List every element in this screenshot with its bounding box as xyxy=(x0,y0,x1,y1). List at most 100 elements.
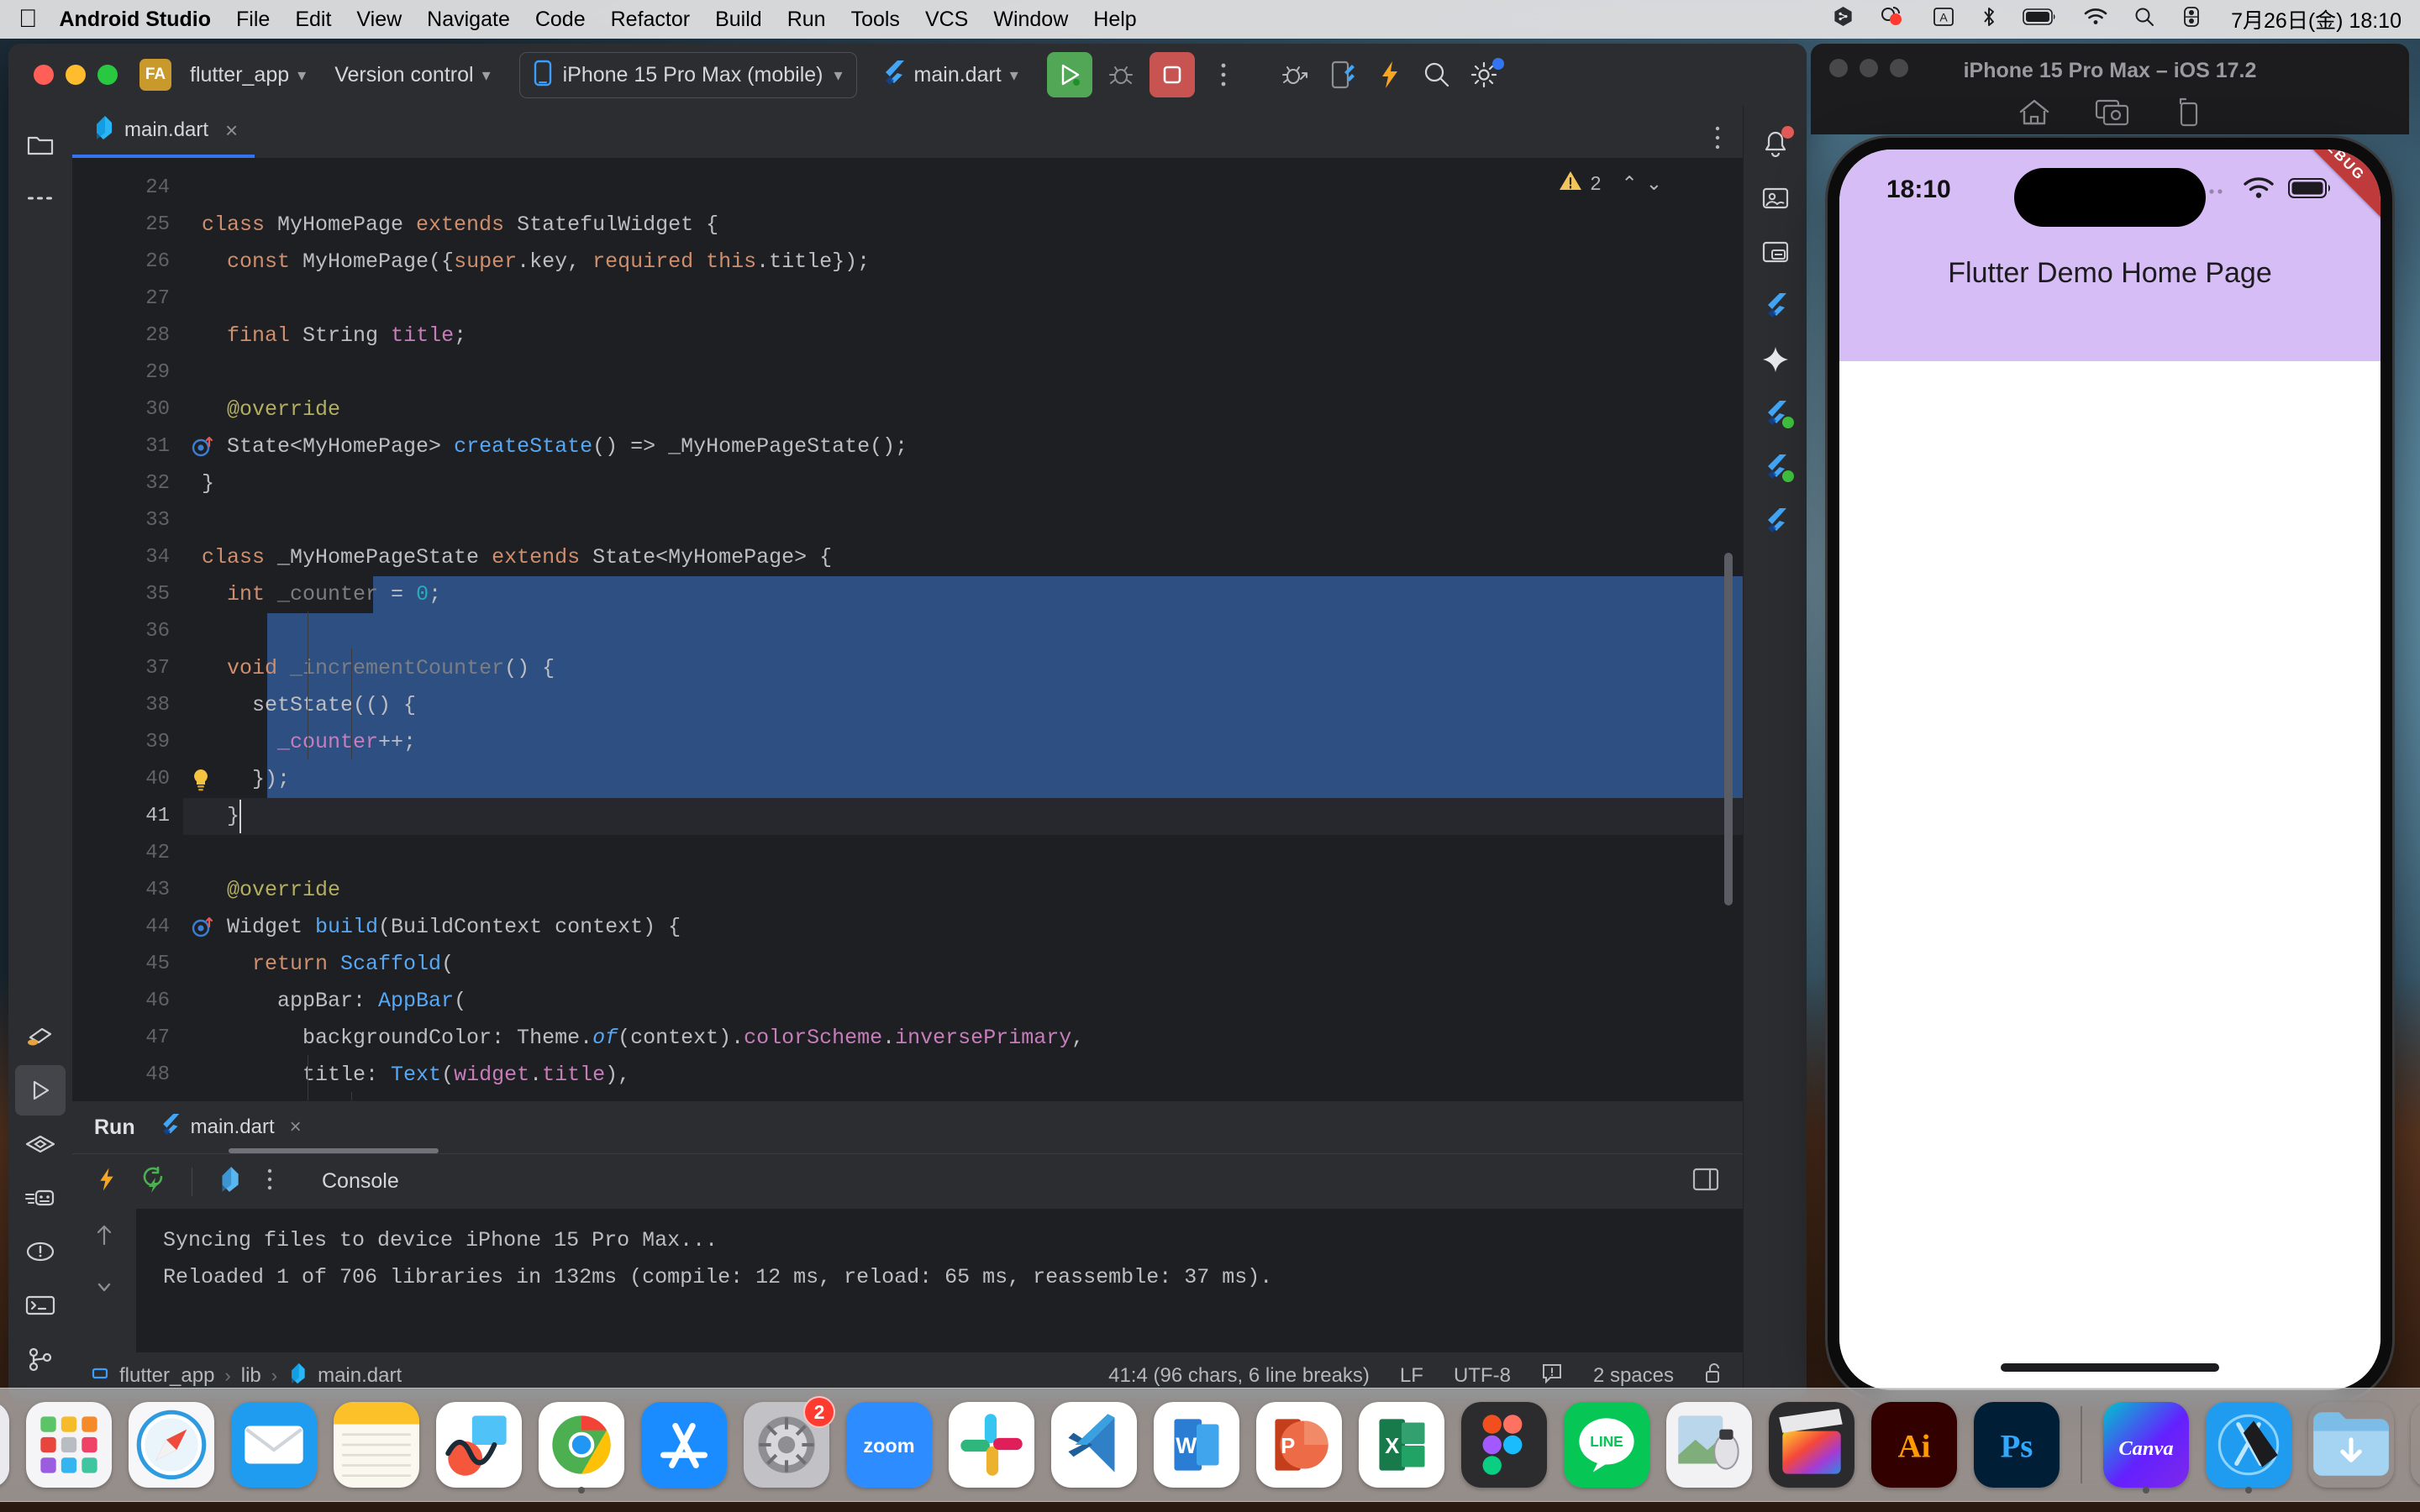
code-line[interactable]: return Scaffold( xyxy=(183,946,1743,983)
menu-item-tools[interactable]: Tools xyxy=(851,8,900,32)
running-devices-icon[interactable] xyxy=(1750,227,1801,277)
code-editor[interactable]: 24 25 26 27 28 29 30 31 32 33 34 35 36 37 38 39 40 41 42… xyxy=(72,158,1743,1100)
flutter-outline-icon[interactable] xyxy=(1750,281,1801,331)
build-icon[interactable] xyxy=(15,1011,66,1062)
minimize-window-button[interactable] xyxy=(66,65,86,85)
dock-item-chrome[interactable] xyxy=(534,1398,629,1492)
maximize-window-button[interactable] xyxy=(97,65,118,85)
editor-tab-main-dart[interactable]: main.dart × xyxy=(72,106,255,158)
dock-item-freeform[interactable] xyxy=(432,1398,526,1492)
scroll-up-icon[interactable] xyxy=(93,1222,115,1252)
read-only-lock-icon[interactable] xyxy=(1704,1362,1724,1391)
line-number[interactable]: 49 xyxy=(72,1094,183,1100)
line-number[interactable]: 34 xyxy=(72,539,183,576)
gemini-icon[interactable] xyxy=(1750,334,1801,385)
recording-icon[interactable] xyxy=(1880,5,1907,34)
dock-item-safari[interactable] xyxy=(124,1398,218,1492)
project-selector[interactable]: FA flutter_app ▾ xyxy=(139,59,306,91)
editor-tabs-more-icon[interactable] xyxy=(1714,123,1743,158)
line-number[interactable]: 39 xyxy=(72,724,183,761)
line-number[interactable]: 35 xyxy=(72,576,183,613)
indent-setting[interactable]: 2 spaces xyxy=(1593,1364,1674,1388)
code-line[interactable] xyxy=(183,613,1743,650)
menu-item-help[interactable]: Help xyxy=(1093,8,1136,32)
code-line[interactable] xyxy=(183,835,1743,872)
close-icon[interactable]: × xyxy=(225,118,238,144)
dock-item-illustrator[interactable]: Ai xyxy=(1867,1398,1961,1492)
code-line[interactable]: ), // AppBar xyxy=(183,1094,1743,1100)
wifi-icon[interactable] xyxy=(2083,7,2108,33)
menu-app-name[interactable]: Android Studio xyxy=(60,8,212,32)
logcat-icon[interactable] xyxy=(15,1173,66,1223)
line-number[interactable]: 25 xyxy=(72,207,183,244)
control-center-icon[interactable] xyxy=(2181,6,2202,34)
breadcrumb-file[interactable]: main.dart xyxy=(318,1364,402,1388)
project-icon[interactable] xyxy=(15,119,66,170)
layout-settings-icon[interactable] xyxy=(1692,1167,1719,1196)
dock-item-app-store[interactable] xyxy=(637,1398,731,1492)
line-separator[interactable]: LF xyxy=(1400,1364,1423,1388)
line-number[interactable]: 36 xyxy=(72,613,183,650)
code-text-area[interactable]: class MyHomePage extends StatefulWidget … xyxy=(183,158,1743,1100)
dock-item-mail[interactable] xyxy=(227,1398,321,1492)
dock-item-finder[interactable] xyxy=(0,1398,13,1492)
dock-item-preview[interactable] xyxy=(1662,1398,1756,1492)
problems-icon[interactable] xyxy=(15,1226,66,1277)
apple-icon[interactable]:  xyxy=(18,7,38,32)
line-number[interactable]: 29 xyxy=(72,354,183,391)
inspection-widget[interactable]: 2 ⌃ ⌄ xyxy=(1559,170,1662,197)
rotate-icon[interactable] xyxy=(2174,97,2202,133)
line-number[interactable]: 44 xyxy=(72,909,183,946)
flutter-inspector-icon[interactable] xyxy=(1750,388,1801,438)
debug-button[interactable] xyxy=(1097,51,1144,98)
dock-item-notes[interactable] xyxy=(329,1398,424,1492)
home-icon[interactable] xyxy=(2018,97,2051,133)
line-number[interactable]: 32 xyxy=(72,465,183,502)
screenshot-icon[interactable] xyxy=(2095,97,2130,133)
dock-item-vs-code[interactable] xyxy=(1047,1398,1141,1492)
attach-debugger-icon[interactable] xyxy=(1272,51,1319,98)
run-session-tab[interactable]: main.dart × xyxy=(159,1112,302,1143)
code-line[interactable]: }); xyxy=(183,761,1743,798)
menu-item-file[interactable]: File xyxy=(236,8,270,32)
more-options-icon[interactable] xyxy=(1200,51,1247,98)
dock-item-downloads-stack[interactable] xyxy=(2304,1398,2398,1492)
code-line[interactable] xyxy=(183,281,1743,318)
code-line[interactable] xyxy=(183,354,1743,391)
line-number[interactable]: 38 xyxy=(72,687,183,724)
menu-bar-clock[interactable]: 7月26日(金) 18:10 xyxy=(2231,4,2402,34)
notifications-icon[interactable] xyxy=(1750,119,1801,170)
code-line[interactable]: int _counter = 0; xyxy=(183,576,1743,613)
line-number[interactable]: 28 xyxy=(72,318,183,354)
menu-item-vcs[interactable]: VCS xyxy=(925,8,968,32)
code-line[interactable]: State<MyHomePage> createState() => _MyHo… xyxy=(183,428,1743,465)
simulator-window-controls[interactable] xyxy=(1829,59,1908,77)
menu-item-refactor[interactable]: Refactor xyxy=(611,8,690,32)
menu-item-edit[interactable]: Edit xyxy=(295,8,331,32)
run-icon[interactable] xyxy=(15,1065,66,1116)
terminal-icon[interactable] xyxy=(15,1280,66,1331)
run-configuration-selector[interactable]: main.dart ▾ xyxy=(881,59,1018,92)
dock-item-excel[interactable]: X xyxy=(1355,1398,1449,1492)
previous-problem-icon[interactable]: ⌃ xyxy=(1621,172,1637,195)
android-studio-menu-icon[interactable] xyxy=(1832,5,1854,34)
menu-item-navigate[interactable]: Navigate xyxy=(427,8,510,32)
dock-item-figma[interactable] xyxy=(1457,1398,1551,1492)
version-control-widget[interactable]: Version control ▾ xyxy=(334,63,490,87)
dock-item-trash[interactable] xyxy=(2407,1398,2420,1492)
code-line[interactable]: class _MyHomePageState extends State<MyH… xyxy=(183,539,1743,576)
home-indicator[interactable] xyxy=(2001,1363,2219,1372)
dock-item-xcode[interactable] xyxy=(2202,1398,2296,1492)
debug-icon[interactable] xyxy=(15,1119,66,1169)
version-control-icon[interactable] xyxy=(15,1334,66,1384)
line-number[interactable]: 47 xyxy=(72,1020,183,1057)
close-icon[interactable]: × xyxy=(290,1116,302,1139)
line-number[interactable]: 31 xyxy=(72,428,183,465)
file-encoding[interactable]: UTF-8 xyxy=(1454,1364,1511,1388)
line-number[interactable]: 33 xyxy=(72,502,183,539)
dock-item-zoom[interactable]: zoom xyxy=(842,1398,936,1492)
line-number[interactable]: 48 xyxy=(72,1057,183,1094)
editor-vertical-scrollbar[interactable] xyxy=(1724,553,1733,906)
console-output[interactable]: Syncing files to device iPhone 15 Pro Ma… xyxy=(72,1209,1743,1352)
line-number[interactable]: 27 xyxy=(72,281,183,318)
